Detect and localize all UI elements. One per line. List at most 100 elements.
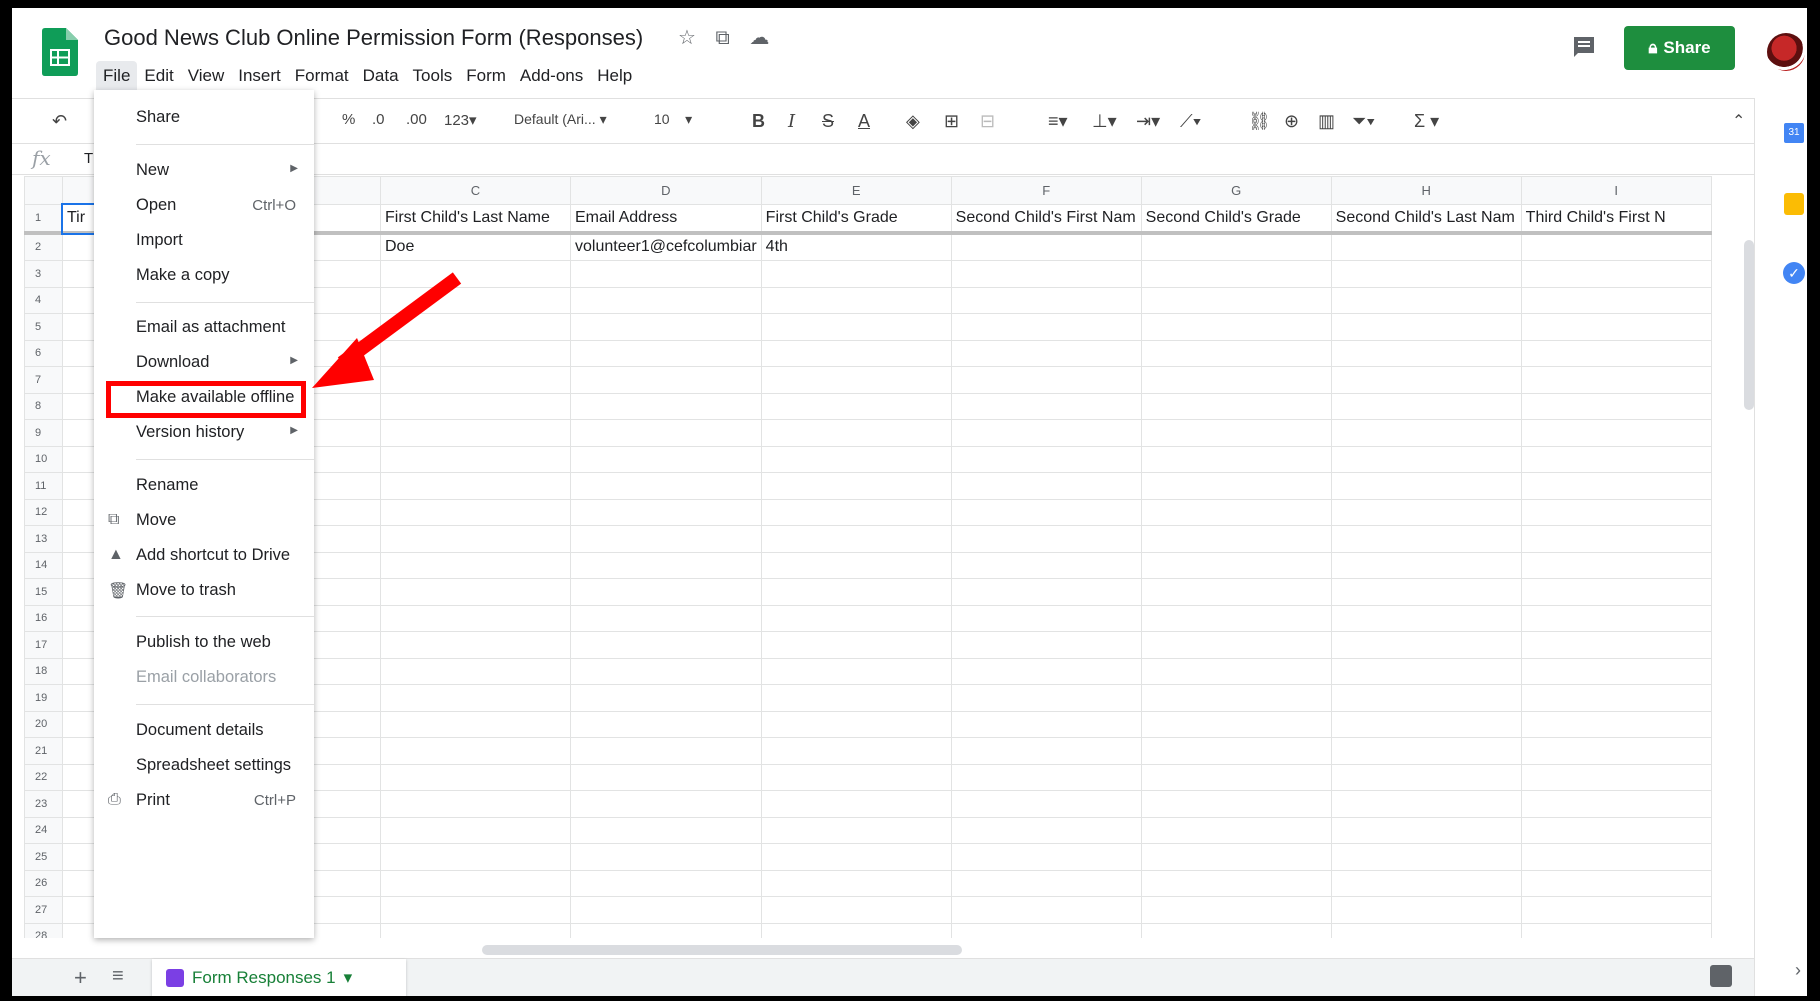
cell[interactable]: [380, 684, 571, 712]
column-header[interactable]: H: [1330, 176, 1522, 205]
merge-cells-icon[interactable]: ⊟: [980, 111, 995, 132]
row-header[interactable]: 24: [24, 816, 63, 844]
vertical-scrollbar[interactable]: [1744, 240, 1754, 410]
cell[interactable]: [950, 392, 1142, 420]
cell[interactable]: [760, 445, 952, 473]
cell[interactable]: Third Child's First N: [1520, 204, 1712, 235]
cell[interactable]: [1520, 657, 1712, 685]
cell[interactable]: [1330, 525, 1522, 553]
cell[interactable]: [1330, 498, 1522, 526]
bold-button[interactable]: B: [752, 111, 765, 132]
cell[interactable]: [570, 816, 762, 844]
cell[interactable]: [1330, 710, 1522, 738]
cell[interactable]: [1520, 922, 1712, 938]
cell[interactable]: [950, 578, 1142, 606]
font-size-select[interactable]: 10 ▾: [654, 111, 692, 128]
cell[interactable]: Doe: [380, 232, 571, 261]
cell[interactable]: [1520, 232, 1712, 261]
cell[interactable]: [1520, 339, 1712, 367]
cell[interactable]: [1330, 286, 1522, 314]
cell[interactable]: [760, 763, 952, 791]
menu-item-document-details[interactable]: Document details: [94, 713, 314, 747]
cell[interactable]: [1520, 790, 1712, 818]
cell[interactable]: [380, 472, 571, 500]
cell[interactable]: [570, 339, 762, 367]
row-header[interactable]: 27: [24, 896, 63, 924]
column-header[interactable]: D: [570, 176, 762, 205]
star-icon[interactable]: ☆: [678, 27, 696, 49]
cell[interactable]: [950, 339, 1142, 367]
cell[interactable]: [380, 604, 571, 632]
cell[interactable]: [760, 737, 952, 765]
cell[interactable]: [1330, 419, 1522, 447]
expand-panel-icon[interactable]: ›: [1795, 960, 1801, 981]
font-family-select[interactable]: Default (Ari... ▾: [514, 111, 607, 128]
cell[interactable]: [1330, 366, 1522, 394]
cell[interactable]: [760, 419, 952, 447]
collapse-toolbar-icon[interactable]: ⌃: [1732, 111, 1745, 131]
cell[interactable]: [570, 790, 762, 818]
cell[interactable]: [1520, 631, 1712, 659]
cell[interactable]: [380, 710, 571, 738]
cell[interactable]: [950, 232, 1142, 261]
row-header[interactable]: 3: [24, 260, 63, 288]
menu-format[interactable]: Format: [288, 61, 356, 91]
cell[interactable]: [1140, 922, 1332, 938]
menu-item-download[interactable]: Download ▶: [94, 345, 314, 379]
row-header[interactable]: 5: [24, 313, 63, 341]
cell[interactable]: [1520, 419, 1712, 447]
cell[interactable]: [950, 843, 1142, 871]
cell[interactable]: [1520, 366, 1712, 394]
cell[interactable]: [380, 869, 571, 897]
cell[interactable]: [760, 604, 952, 632]
row-header[interactable]: 26: [24, 869, 63, 897]
cell[interactable]: [570, 604, 762, 632]
column-header[interactable]: G: [1140, 176, 1332, 205]
menu-item-share[interactable]: Share: [94, 100, 314, 134]
cell[interactable]: [1520, 737, 1712, 765]
cell[interactable]: [760, 816, 952, 844]
cell[interactable]: [1520, 816, 1712, 844]
cell[interactable]: [760, 843, 952, 871]
cell[interactable]: [1330, 472, 1522, 500]
cell[interactable]: [1140, 869, 1332, 897]
undo-icon[interactable]: ↶: [52, 111, 67, 132]
cell[interactable]: [380, 922, 571, 938]
row-header[interactable]: 21: [24, 737, 63, 765]
menu-insert[interactable]: Insert: [231, 61, 288, 91]
column-header[interactable]: I: [1520, 176, 1712, 205]
cell[interactable]: [950, 419, 1142, 447]
cell[interactable]: [570, 578, 762, 606]
cell[interactable]: [1330, 339, 1522, 367]
cell[interactable]: [380, 657, 571, 685]
cell[interactable]: [1140, 737, 1332, 765]
cell[interactable]: [1140, 232, 1332, 261]
row-header[interactable]: 8: [24, 392, 63, 420]
row-header[interactable]: 23: [24, 790, 63, 818]
cell[interactable]: First Child's Last Name: [380, 204, 571, 235]
row-header[interactable]: 6: [24, 339, 63, 367]
cell[interactable]: [760, 631, 952, 659]
cell[interactable]: Second Child's Grade: [1140, 204, 1332, 235]
cell[interactable]: [1520, 525, 1712, 553]
vertical-align-icon[interactable]: ⊥▾: [1092, 111, 1117, 132]
cell[interactable]: [760, 657, 952, 685]
row-header[interactable]: 11: [24, 472, 63, 500]
cell[interactable]: [760, 578, 952, 606]
explore-icon[interactable]: [1710, 965, 1732, 987]
cell[interactable]: [380, 551, 571, 579]
cell[interactable]: [950, 525, 1142, 553]
cell[interactable]: [760, 260, 952, 288]
cell[interactable]: [570, 260, 762, 288]
strikethrough-button[interactable]: S: [822, 111, 834, 132]
menu-item-move[interactable]: ⧉ Move: [94, 503, 314, 537]
row-header[interactable]: 4: [24, 286, 63, 314]
cell[interactable]: [1330, 896, 1522, 924]
cell[interactable]: [570, 313, 762, 341]
cell[interactable]: [1140, 604, 1332, 632]
cell[interactable]: [950, 445, 1142, 473]
cell[interactable]: [950, 657, 1142, 685]
cell[interactable]: [760, 922, 952, 938]
cell[interactable]: [1520, 578, 1712, 606]
document-title[interactable]: Good News Club Online Permission Form (R…: [104, 25, 643, 51]
